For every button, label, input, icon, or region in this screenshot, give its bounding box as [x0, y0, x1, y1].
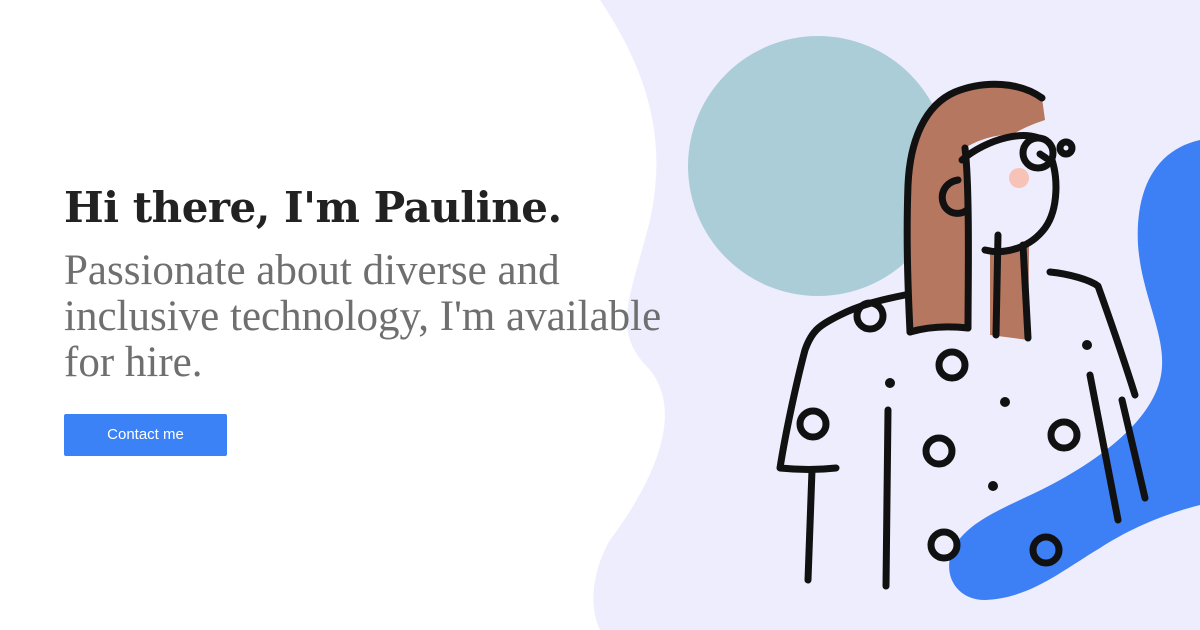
page-title: Hi there, I'm Pauline.: [64, 183, 562, 232]
contact-me-button[interactable]: Contact me: [64, 414, 227, 456]
page: Hi there, I'm Pauline. Passionate about …: [0, 0, 1200, 630]
hero-section: Hi there, I'm Pauline. Passionate about …: [64, 178, 664, 456]
hero-subtitle: Passionate about diverse and inclusive t…: [64, 247, 662, 386]
